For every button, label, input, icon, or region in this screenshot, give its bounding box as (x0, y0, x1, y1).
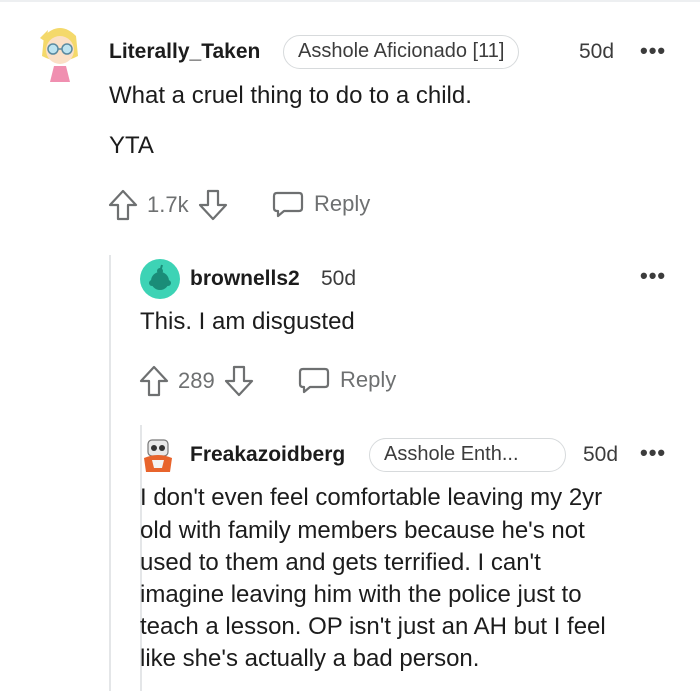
downvote-icon[interactable] (223, 364, 255, 398)
user-avatar-literally-taken[interactable] (36, 22, 84, 82)
user-avatar-brownells2[interactable] (140, 259, 180, 299)
comment-body-line-1: I don't even feel comfortable leaving my… (140, 484, 603, 511)
vote-group: 289 (138, 364, 255, 398)
reply-button[interactable]: Reply (298, 365, 396, 395)
comment-body-line-4: imagine leaving him with the police just… (140, 581, 582, 608)
more-options-icon[interactable]: ••• (640, 440, 666, 466)
vote-group: 1.7k (107, 188, 229, 222)
comment-body-line-6: like she's actually a bad person. (140, 645, 480, 672)
upvote-icon[interactable] (138, 364, 170, 398)
reply-bubble-icon (272, 189, 304, 219)
more-options-icon[interactable]: ••• (640, 38, 666, 64)
comment-age[interactable]: 50d (321, 267, 356, 291)
thread-line-level-1 (109, 255, 111, 691)
vote-score: 289 (178, 368, 215, 393)
downvote-icon[interactable] (197, 188, 229, 222)
comment-body-line-5: teach a lesson. OP isn't just an AH but … (140, 613, 606, 640)
username[interactable]: brownells2 (190, 267, 300, 291)
comment-body-line-2: YTA (109, 132, 154, 159)
reply-button[interactable]: Reply (272, 189, 370, 219)
user-avatar-freakazoidberg[interactable] (140, 434, 176, 474)
comment-body-line-3: used to them and gets terrified. I can't (140, 549, 541, 576)
username[interactable]: Freakazoidberg (190, 443, 345, 467)
username[interactable]: Literally_Taken (109, 40, 260, 64)
comment-body: This. I am disgusted (140, 308, 355, 335)
user-flair: Asshole Aficionado [11] (283, 35, 520, 69)
upvote-icon[interactable] (107, 188, 139, 222)
reply-label: Reply (340, 367, 397, 392)
comment-body-line-1: What a cruel thing to do to a child. (109, 82, 472, 109)
more-options-icon[interactable]: ••• (640, 263, 666, 289)
reply-label: Reply (314, 191, 371, 216)
comment-age[interactable]: 50d (579, 40, 614, 64)
vote-score: 1.7k (147, 192, 189, 217)
comment-age[interactable]: 50d (583, 443, 618, 467)
reply-bubble-icon (298, 365, 330, 395)
top-divider (0, 0, 700, 2)
user-flair: Asshole Enth... (369, 438, 566, 472)
comment-body-line-2: old with family members because he's not (140, 517, 585, 544)
